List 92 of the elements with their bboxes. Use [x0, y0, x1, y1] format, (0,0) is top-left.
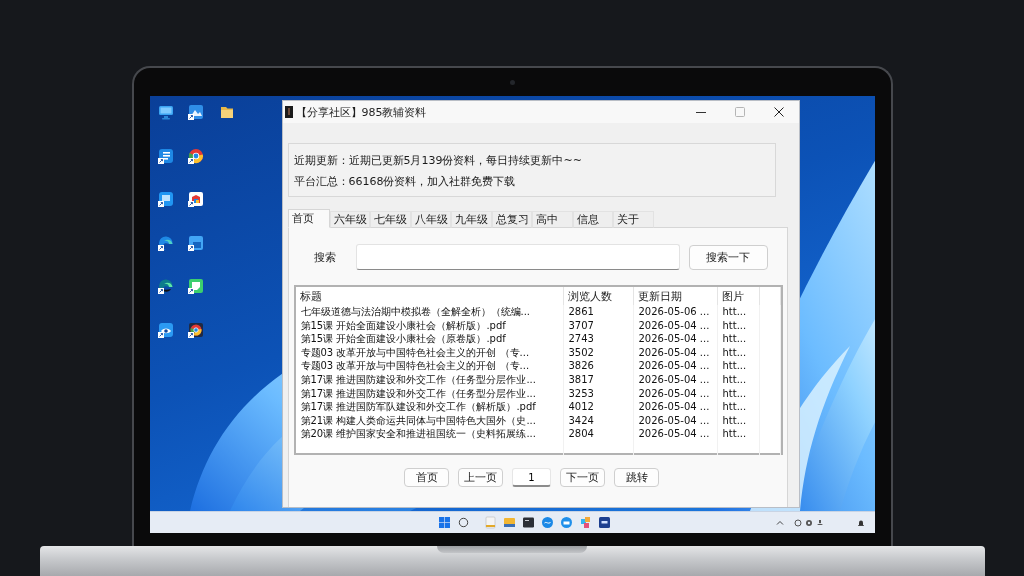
app-tile-icon[interactable] — [157, 191, 174, 208]
table-cell: 第17课 推进国防建设和外交工作（任务型分层作业... — [295, 386, 564, 401]
bell-icon[interactable] — [856, 518, 865, 527]
browser-icon[interactable] — [187, 147, 204, 164]
table-cell: 3826 — [563, 359, 634, 373]
table-cell: 专题03 改革开放与中国特色社会主义的开创 （专... — [295, 359, 564, 373]
table-cell: 3707 — [563, 318, 634, 333]
browser-icon[interactable] — [187, 321, 204, 338]
table-cell: htt... — [717, 386, 760, 401]
swirl-icon[interactable] — [157, 278, 174, 295]
circle-app-icon[interactable] — [559, 516, 573, 529]
tab[interactable]: 九年级 — [451, 211, 492, 228]
column-header[interactable]: 标题 — [295, 287, 564, 305]
table-cell: 第21课 构建人类命运共同体与中国特色大国外（史... — [295, 413, 564, 428]
app-tile-icon[interactable] — [187, 234, 204, 251]
table-cell: 3502 — [563, 345, 634, 360]
minimize-icon — [696, 111, 706, 113]
folder-icon[interactable] — [218, 104, 235, 120]
table-cell: htt... — [717, 372, 760, 387]
table-cell: 2026-05-04 ... — [633, 318, 718, 333]
table-cell: htt... — [717, 305, 760, 319]
pagination-button[interactable]: 首页 — [404, 468, 449, 487]
notes-icon[interactable] — [187, 278, 204, 295]
table-cell: htt... — [717, 359, 760, 373]
table-cell: 专题03 改革开放与中国特色社会主义的开创 （专... — [295, 345, 564, 360]
table-cell: 3817 — [563, 372, 634, 387]
eye-app-icon[interactable] — [157, 321, 174, 338]
table-cell: htt... — [717, 332, 760, 346]
search-icon[interactable] — [456, 516, 470, 529]
table-cell: 2743 — [563, 332, 634, 346]
app-tile-icon[interactable] — [597, 516, 611, 529]
camera-icon — [509, 80, 515, 85]
pagination-button[interactable]: 跳转 — [614, 468, 659, 487]
search-label: 搜索 — [313, 249, 337, 265]
app-icon[interactable] — [578, 516, 592, 529]
window-title: 【分享社区】985教辅资料 — [295, 104, 427, 120]
tab[interactable]: 首页 — [287, 209, 330, 228]
pagination-button[interactable]: 上一页 — [458, 468, 503, 487]
close-icon — [774, 107, 784, 117]
tab[interactable]: 信息 — [572, 211, 613, 228]
pagination-button[interactable]: 下一页 — [560, 468, 605, 487]
search-field[interactable] — [355, 244, 680, 270]
page-number-field[interactable]: 1 — [512, 468, 551, 487]
app-icon — [284, 106, 293, 118]
table-cell: 2026-05-04 ... — [633, 400, 718, 414]
table-cell: 七年级道德与法治期中模拟卷（全解全析）（统编... — [295, 305, 564, 319]
table-cell: 3424 — [563, 413, 634, 428]
folder-icon[interactable] — [502, 516, 516, 529]
notice-text: 近期更新：近期已更新5月139份资料，每日持续更新中~~ — [293, 154, 583, 168]
tab[interactable]: 八年级 — [410, 211, 451, 228]
table-cell: htt... — [717, 345, 760, 360]
search-button[interactable]: 搜索一下 — [688, 244, 768, 270]
table-cell: 第20课 维护国家安全和推进祖国统一（史料拓展练... — [295, 427, 564, 441]
app-tile-icon[interactable] — [187, 191, 204, 208]
table-cell: 第15课 开始全面建设小康社会（原卷版）.pdf — [295, 332, 564, 346]
terminal-icon[interactable] — [521, 516, 535, 529]
table-cell: htt... — [717, 318, 760, 333]
column-header[interactable]: 浏览人数 — [563, 287, 634, 305]
table-cell: 2026-05-04 ... — [633, 372, 718, 387]
table-cell: 2026-05-04 ... — [633, 332, 718, 346]
table-cell: 3253 — [563, 386, 634, 401]
start-icon[interactable] — [437, 516, 451, 529]
table-cell: 2026-05-04 ... — [633, 427, 718, 441]
tab[interactable]: 总复习 — [491, 211, 532, 228]
column-header[interactable]: 更新日期 — [633, 287, 718, 305]
tab[interactable]: 关于 — [613, 211, 654, 228]
tab[interactable]: 七年级 — [370, 211, 411, 228]
table-cell: 2026-05-04 ... — [633, 359, 718, 373]
notice-text: 平台汇总：66168份资料，加入社群免费下载 — [293, 175, 517, 189]
table-cell: 2026-05-06 ... — [633, 305, 718, 319]
column-header[interactable]: 图片 — [717, 287, 760, 305]
swirl-icon[interactable] — [157, 234, 174, 251]
tab[interactable]: 六年级 — [329, 211, 370, 228]
table-cell: htt... — [717, 400, 760, 414]
table-cell: 2804 — [563, 427, 634, 441]
app-tile-icon[interactable] — [187, 104, 204, 120]
tab[interactable]: 高中 — [532, 211, 573, 228]
table-cell: 2861 — [563, 305, 634, 319]
table-cell: 2026-05-04 ... — [633, 413, 718, 428]
table-cell: 2026-05-04 ... — [633, 345, 718, 360]
monitor-icon[interactable] — [157, 104, 174, 120]
table-cell: 第17课 推进国防军队建设和外交工作（解析版）.pdf — [295, 400, 564, 414]
table-cell: htt... — [717, 413, 760, 428]
circle-app-icon[interactable] — [540, 516, 554, 529]
tray-status-icon[interactable] — [815, 518, 824, 527]
maximize-icon — [735, 107, 745, 117]
table-cell: 第17课 推进国防建设和外交工作（任务型分层作业... — [295, 372, 564, 387]
table-cell: 2026-05-04 ... — [633, 386, 718, 401]
table-cell: 4012 — [563, 400, 634, 414]
table-cell: 第15课 开始全面建设小康社会（解析版）.pdf — [295, 318, 564, 333]
app-tile-icon[interactable] — [157, 147, 174, 164]
table-cell: htt... — [717, 427, 760, 441]
